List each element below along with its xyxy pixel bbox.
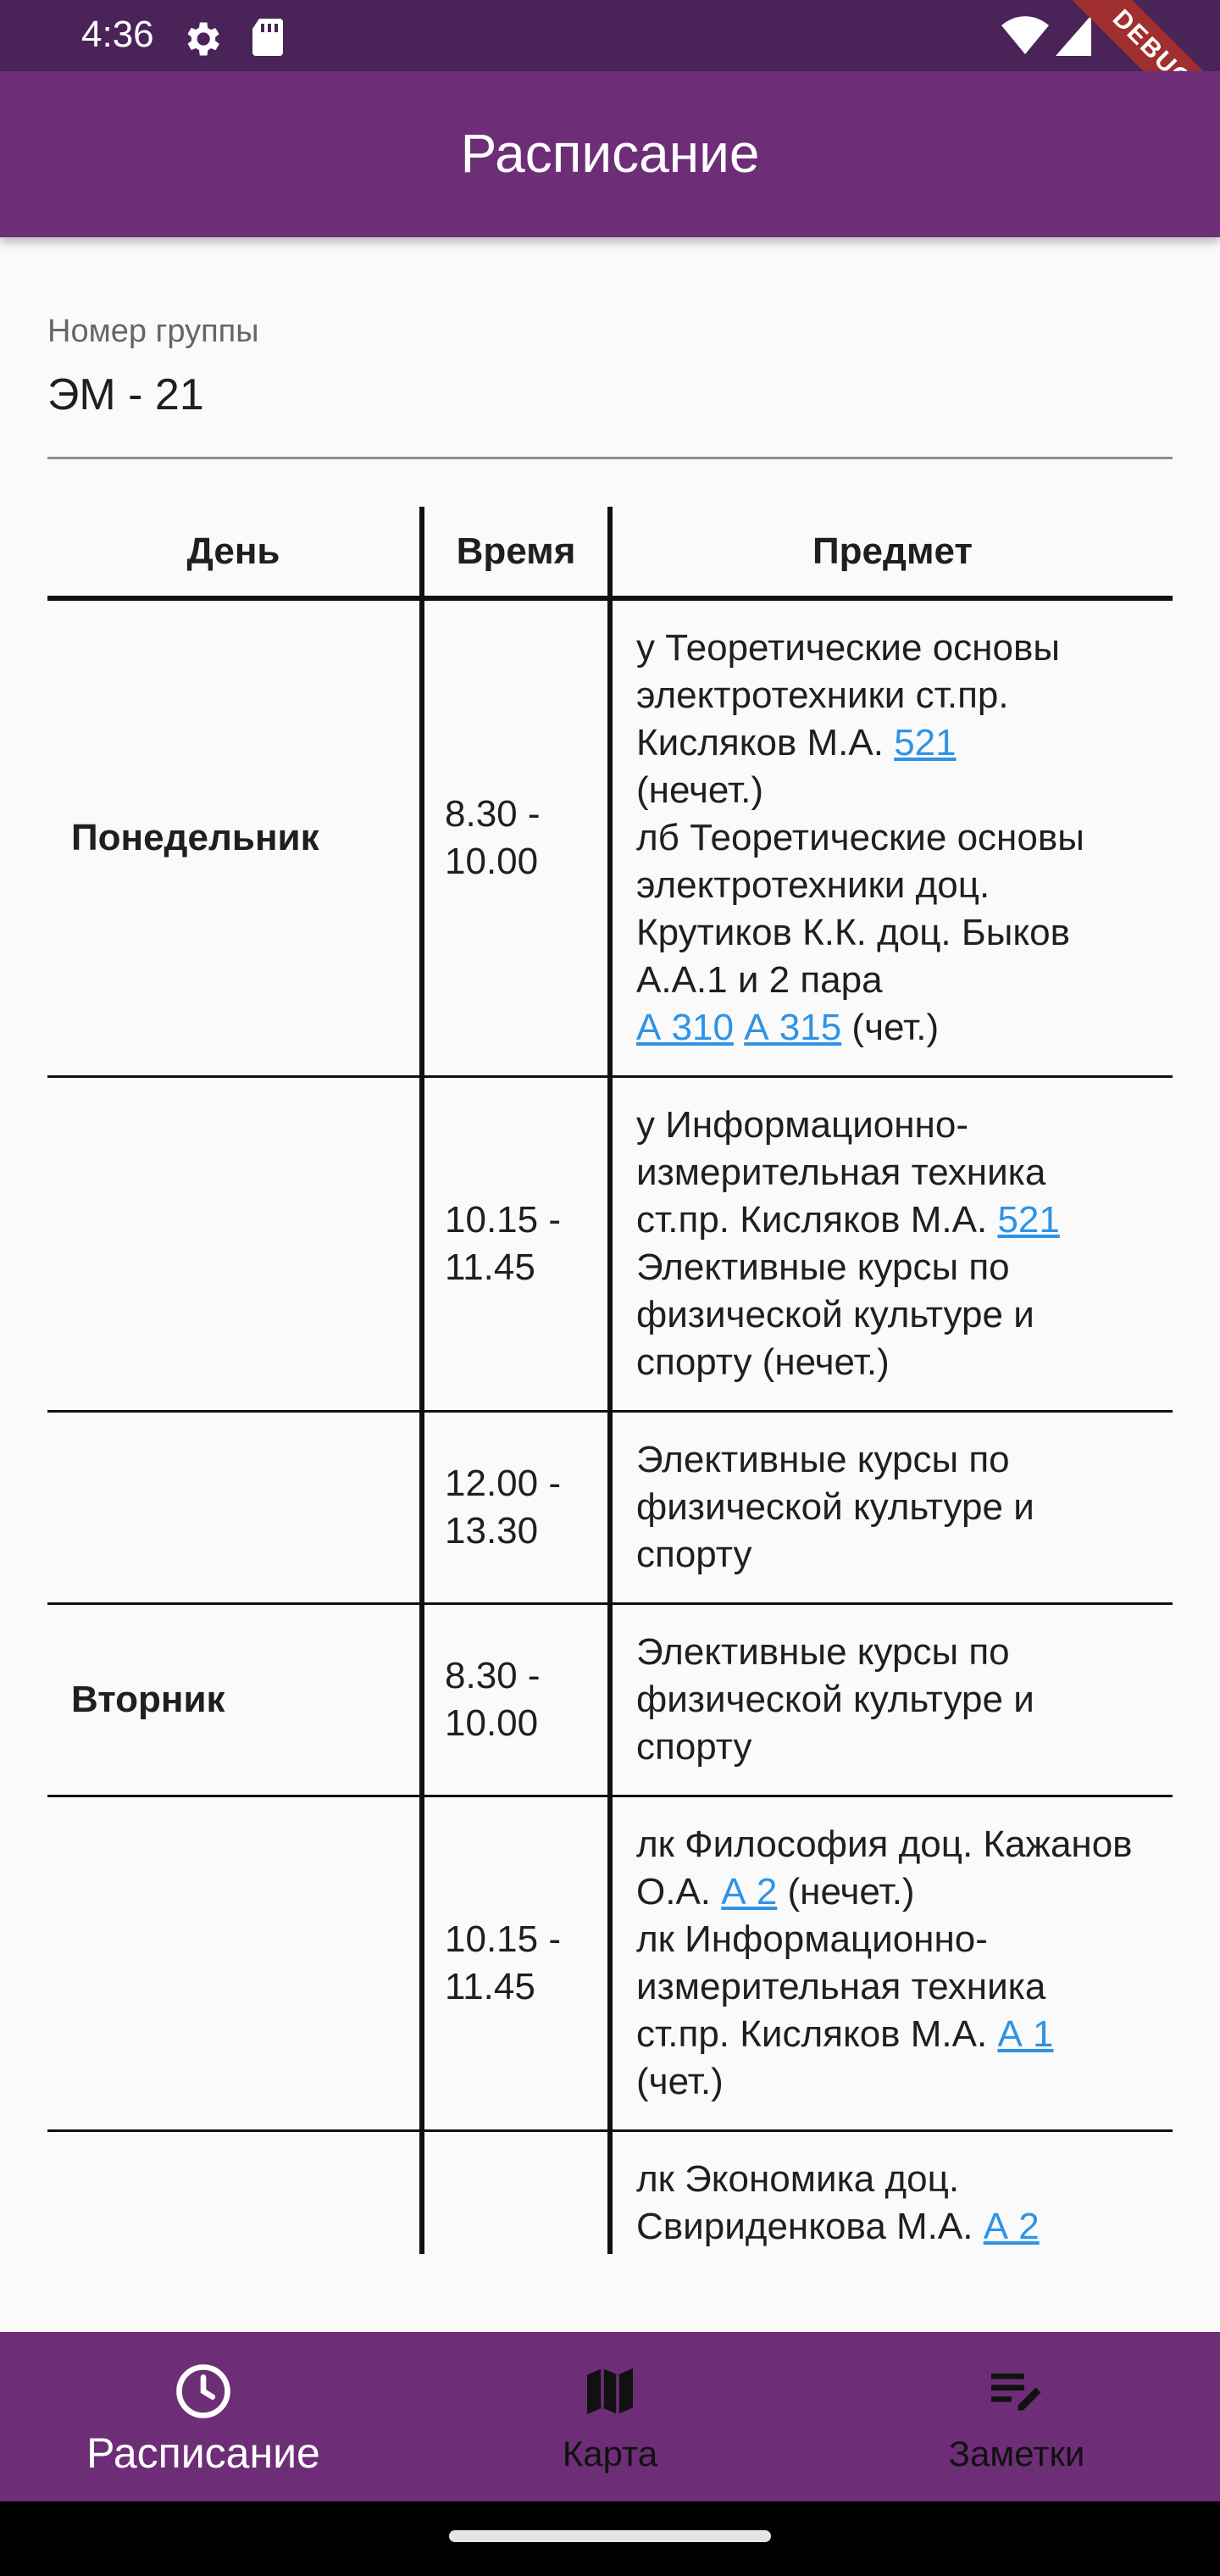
signal-icon (1056, 15, 1091, 59)
nav-item-notes[interactable]: Заметки (813, 2332, 1220, 2501)
room-link[interactable]: А 1 (997, 2013, 1053, 2055)
sd-card-icon (249, 17, 286, 61)
subject-cell: Элективные курсы по физической культуре … (610, 1603, 1173, 1797)
status-bar: 4:36 DEBUG (0, 0, 1220, 155)
app-bar: Расписание (0, 71, 1220, 237)
room-link[interactable]: А 315 (744, 1007, 841, 1048)
time-cell (422, 2130, 613, 2254)
column-header-subject: Предмет (610, 507, 1173, 601)
group-number-label: Номер группы (47, 314, 259, 349)
clock-icon (173, 2361, 234, 2422)
room-link[interactable]: А 2 (721, 1871, 777, 1913)
nav-item-map[interactable]: Карта (407, 2332, 813, 2501)
subject-cell: Элективные курсы по физической культуре … (610, 1411, 1173, 1605)
settings-icon (180, 17, 224, 64)
home-gesture-handle[interactable] (449, 2530, 771, 2542)
group-number-field[interactable]: Номер группы ЭМ - 21 (47, 314, 1173, 459)
time-cell: 8.30 - 10.00 (422, 598, 613, 1078)
system-gesture-bar (0, 2501, 1220, 2576)
subject-text: Элективные курсы по физической культуре … (636, 1246, 1034, 1383)
group-number-value[interactable]: ЭМ - 21 (47, 369, 204, 420)
subject-text: лк Экономика доц. Свириденкова М.А. (636, 2158, 984, 2247)
schedule-table: День Время Предмет Понедельник 8.30 - 10.… (47, 507, 1173, 2254)
nav-item-schedule[interactable]: Расписание (0, 2332, 407, 2501)
day-cell (47, 2130, 424, 2254)
subject-cell: у Теоретические основы электротехники ст… (610, 598, 1173, 1078)
subject-cell: лк Экономика доц. Свириденкова М.А. А 2 (610, 2130, 1173, 2254)
subject-text: Элективные курсы по физической культуре … (636, 1631, 1034, 1768)
page-title: Расписание (460, 123, 760, 184)
room-link[interactable]: А 2 (984, 2206, 1040, 2247)
table-row: Понедельник 8.30 - 10.00 у Теоретические о… (47, 598, 1173, 1078)
nav-label-notes: Заметки (948, 2434, 1085, 2473)
day-cell: Понедельник (47, 598, 424, 1078)
column-header-time: Время (422, 507, 613, 601)
table-row: лк Экономика доц. Свириденкова М.А. А 2 (47, 2130, 1173, 2254)
status-time: 4:36 (81, 14, 154, 55)
room-link[interactable]: 521 (894, 722, 956, 763)
notes-icon (986, 2361, 1047, 2422)
subject-cell: у Информационно-измерительная техника ст… (610, 1076, 1173, 1413)
column-header-day: День (47, 507, 424, 601)
table-row: 12.00 - 13.30 Элективные курсы по физичес… (47, 1411, 1173, 1605)
table-row: 10.15 - 11.45 лк Философия доц. Кажанов О… (47, 1796, 1173, 2132)
day-cell (47, 1076, 424, 1413)
subject-text: Элективные курсы по физической культуре … (636, 1439, 1034, 1575)
day-cell (47, 1796, 424, 2132)
bottom-navigation: Расписание Карта Заметки (0, 2332, 1220, 2501)
subject-text: у Теоретические основы электротехники ст… (636, 627, 1060, 763)
time-cell: 10.15 - 11.45 (422, 1796, 613, 2132)
nav-label-map: Карта (562, 2434, 658, 2473)
table-header-row: День Время Предмет (47, 507, 1173, 601)
day-cell: Вторник (47, 1603, 424, 1797)
subject-text (734, 1007, 744, 1048)
room-link[interactable]: 521 (997, 1199, 1059, 1241)
subject-text: (чет.) (636, 2061, 724, 2102)
subject-text: (чет.) (841, 1007, 940, 1048)
day-cell (47, 1411, 424, 1605)
time-cell: 10.15 - 11.45 (422, 1076, 613, 1413)
schedule-table-container[interactable]: День Время Предмет Понедельник 8.30 - 10.… (47, 507, 1173, 2254)
subject-text: (нечет.) лб Теоретические основы электро… (636, 769, 1084, 1001)
table-row: Вторник 8.30 - 10.00 Элективные курсы по ф… (47, 1603, 1173, 1797)
table-row: 10.15 - 11.45 у Информационно-измерительн… (47, 1076, 1173, 1413)
subject-cell: лк Философия доц. Кажанов О.А. А 2 (нече… (610, 1796, 1173, 2132)
subject-text: у Информационно-измерительная техника ст… (636, 1104, 1046, 1241)
nav-label-schedule: Расписание (86, 2429, 320, 2477)
room-link[interactable]: А 310 (636, 1007, 734, 1048)
map-icon (580, 2361, 640, 2422)
time-cell: 8.30 - 10.00 (422, 1603, 613, 1797)
time-cell: 12.00 - 13.30 (422, 1411, 613, 1605)
wifi-icon (1001, 15, 1049, 59)
